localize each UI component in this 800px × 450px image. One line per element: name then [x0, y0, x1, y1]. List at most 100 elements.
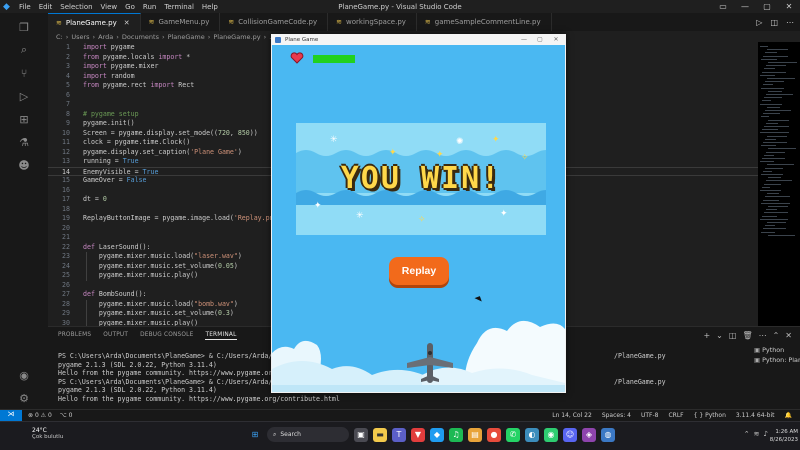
- minimap-line: [767, 222, 786, 223]
- language-mode[interactable]: { } Python: [694, 412, 726, 419]
- tray-chevron-icon[interactable]: ⌃: [744, 430, 750, 438]
- line-number: 2: [66, 52, 70, 61]
- spotify-icon[interactable]: ♫: [449, 427, 463, 442]
- app-icon[interactable]: ◐: [525, 427, 539, 442]
- tab-workingspace[interactable]: ≋ workingSpace.py: [328, 13, 417, 31]
- layout-icon[interactable]: ▭: [712, 0, 734, 13]
- testing-icon[interactable]: ⚗: [0, 132, 48, 152]
- trash-icon[interactable]: 🗑: [742, 331, 752, 340]
- python-interpreter[interactable]: 3.11.4 64-bit: [736, 412, 775, 419]
- notifications-icon[interactable]: 🔔: [785, 412, 792, 419]
- wifi-icon[interactable]: ≋: [754, 430, 760, 438]
- game-minimize-button[interactable]: —: [516, 34, 532, 45]
- tab-gamemenu[interactable]: ≋ GameMenu.py: [141, 13, 221, 31]
- windows-start-icon[interactable]: ⊞: [248, 428, 262, 442]
- close-panel-icon[interactable]: ✕: [785, 331, 792, 340]
- source-control-icon[interactable]: ⑂: [0, 63, 48, 83]
- breadcrumb-item[interactable]: Arda: [98, 33, 113, 41]
- minimap-line: [767, 106, 780, 108]
- run-python-icon[interactable]: ▷: [756, 18, 762, 27]
- minimap-line: [760, 190, 781, 191]
- file-explorer-icon[interactable]: ▬: [373, 427, 387, 442]
- new-terminal-icon[interactable]: +: [703, 331, 710, 340]
- weather-widget[interactable]: 24°C Çok bulutlu: [32, 427, 63, 440]
- run-debug-icon[interactable]: ▷: [0, 86, 48, 106]
- minimize-button[interactable]: —: [734, 0, 756, 13]
- breadcrumb-item[interactable]: Documents: [122, 33, 159, 41]
- breadcrumb-item[interactable]: Users: [71, 33, 89, 41]
- close-tab-icon[interactable]: ✕: [124, 19, 130, 27]
- game-maximize-button[interactable]: ▢: [532, 34, 548, 45]
- explorer-icon[interactable]: ❐: [0, 17, 48, 37]
- minimap-line: [766, 65, 786, 67]
- tab-collisiongamecode[interactable]: ≋ CollisionGameCode.py: [220, 13, 329, 31]
- teams-icon[interactable]: T: [392, 427, 406, 442]
- menu-help[interactable]: Help: [202, 3, 218, 11]
- vscode-taskbar-icon[interactable]: ◆: [430, 427, 444, 442]
- menu-edit[interactable]: Edit: [39, 3, 53, 11]
- menu-terminal[interactable]: Terminal: [164, 3, 194, 11]
- indentation[interactable]: Spaces: 4: [602, 412, 631, 419]
- menu-run[interactable]: Run: [143, 3, 156, 11]
- maximize-button[interactable]: ▢: [756, 0, 778, 13]
- more-actions-icon[interactable]: ⋯: [786, 18, 794, 27]
- code-text: pygame.display.set_caption('Plane Game'): [83, 147, 242, 156]
- ports-status[interactable]: ⌥ 0: [60, 412, 73, 419]
- tab-planegame[interactable]: ≋ PlaneGame.py ✕: [48, 13, 141, 31]
- split-terminal-icon[interactable]: ◫: [729, 331, 737, 340]
- remote-icon[interactable]: ⋊: [0, 410, 22, 421]
- split-editor-icon[interactable]: ◫: [770, 18, 778, 27]
- code-text: # pygame setup: [83, 109, 139, 118]
- app-icon[interactable]: ◈: [582, 427, 596, 442]
- errors-status[interactable]: ⊗ 0 ⚠ 0: [28, 412, 52, 419]
- line-ending[interactable]: CRLF: [668, 412, 683, 419]
- line-number: 19: [62, 214, 70, 222]
- menu-view[interactable]: View: [101, 3, 118, 11]
- panel-tab-problems[interactable]: PROBLEMS: [58, 332, 91, 340]
- code-text: running = True: [83, 157, 139, 165]
- code-text: from pygame.locals import *: [83, 52, 191, 61]
- terminal-list-item[interactable]: Python: [754, 345, 800, 355]
- menu-selection[interactable]: Selection: [60, 3, 92, 11]
- menu-go[interactable]: Go: [125, 3, 135, 11]
- minimap[interactable]: [758, 42, 800, 242]
- panel-tab-output[interactable]: OUTPUT: [103, 332, 128, 340]
- minimap-line: [768, 177, 781, 179]
- terminal-list-item[interactable]: Python: Plan: [754, 355, 800, 365]
- encoding[interactable]: UTF-8: [641, 412, 659, 419]
- pygame-taskbar-icon[interactable]: ◍: [601, 427, 615, 442]
- minimap-line: [761, 58, 777, 60]
- breadcrumb-item[interactable]: C:: [56, 33, 63, 41]
- menu-file[interactable]: File: [19, 3, 31, 11]
- game-close-button[interactable]: ✕: [548, 34, 564, 45]
- maximize-panel-icon[interactable]: ⌃: [773, 331, 780, 340]
- account-icon[interactable]: ◉: [0, 365, 48, 385]
- extensions-icon[interactable]: ⊞: [0, 109, 48, 129]
- browser-icon[interactable]: ●: [487, 427, 501, 442]
- store-icon[interactable]: ▤: [468, 427, 482, 442]
- line-number: 22: [62, 242, 70, 251]
- breadcrumb-item[interactable]: PlaneGame: [168, 33, 205, 41]
- volume-icon[interactable]: ♪: [764, 430, 768, 438]
- breadcrumb-item[interactable]: PlaneGame.py: [213, 33, 260, 41]
- tab-gamesamplecommentline[interactable]: ≋ gameSampleCommentLine.py: [417, 13, 552, 31]
- taskbar-search[interactable]: ⌕ Search: [267, 427, 349, 442]
- brave-icon[interactable]: ▼: [411, 427, 425, 442]
- settings-gear-icon[interactable]: ⚙: [0, 388, 48, 408]
- whatsapp-icon[interactable]: ✆: [506, 427, 520, 442]
- game-canvas[interactable]: ✳ ✦ ✦ ✺ ✦ ✧ ✳ ✦ ✦ ✧ YOU WIN! Replay: [272, 45, 565, 392]
- replay-button[interactable]: Replay: [389, 257, 449, 285]
- weather-temperature: 24°C: [32, 427, 47, 434]
- alien-extension-icon[interactable]: ☻: [0, 155, 48, 175]
- panel-tab-debug-console[interactable]: DEBUG CONSOLE: [140, 332, 193, 340]
- more-icon[interactable]: ⋯: [759, 331, 767, 340]
- task-view-icon[interactable]: ▣: [354, 427, 368, 442]
- terminal-dropdown-icon[interactable]: ⌄: [716, 331, 723, 340]
- search-icon[interactable]: ⌕: [0, 40, 48, 60]
- chrome-icon[interactable]: ◉: [544, 427, 558, 442]
- cursor-position[interactable]: Ln 14, Col 22: [552, 412, 592, 419]
- system-clock[interactable]: 1:26 AM 8/26/2023: [770, 428, 798, 444]
- close-button[interactable]: ✕: [778, 0, 800, 13]
- panel-tab-terminal[interactable]: TERMINAL: [205, 332, 237, 340]
- discord-icon[interactable]: ☺: [563, 427, 577, 442]
